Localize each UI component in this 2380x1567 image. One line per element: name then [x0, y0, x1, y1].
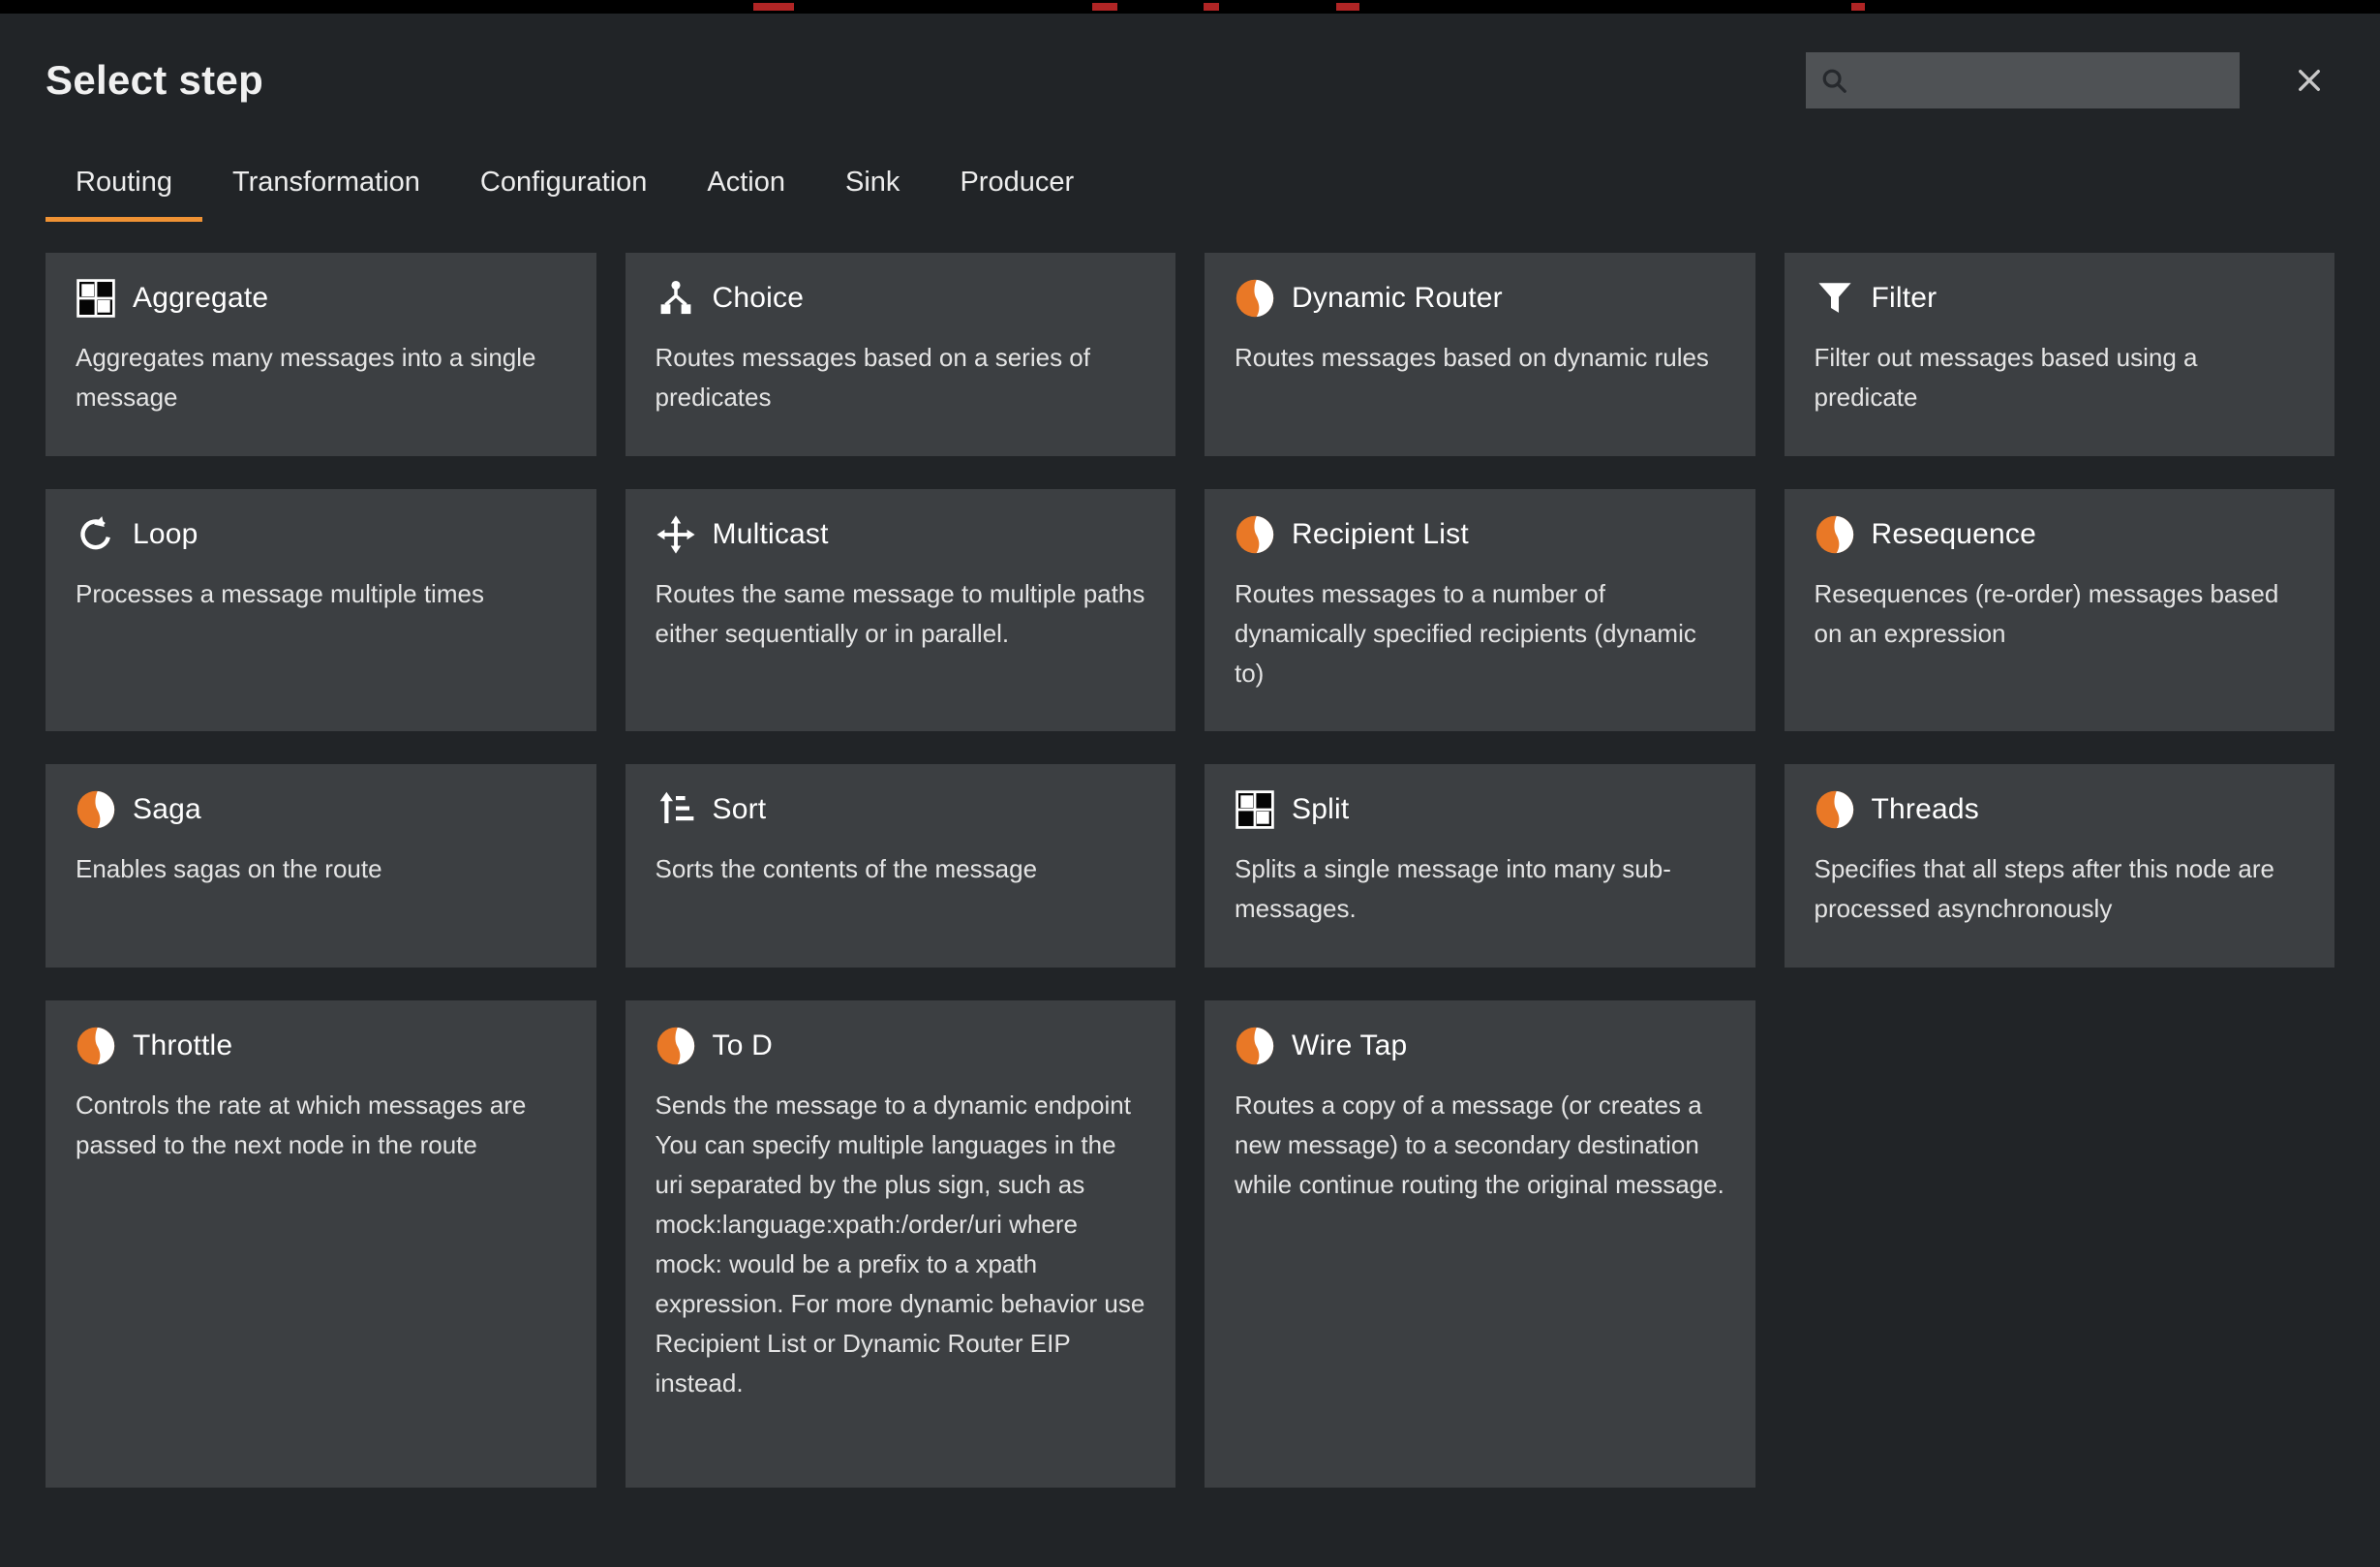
loop-icon — [76, 514, 116, 555]
card-title: Resequence — [1872, 518, 2036, 551]
card-title: Choice — [713, 282, 805, 315]
card-header: Throttle — [76, 1026, 566, 1066]
tab-sink[interactable]: Sink — [815, 151, 930, 222]
card-title: Throttle — [133, 1029, 232, 1062]
search-box[interactable] — [1806, 52, 2240, 108]
card-wire-tap[interactable]: Wire Tap Routes a copy of a message (or c… — [1205, 1000, 1755, 1488]
card-header: Saga — [76, 789, 566, 830]
camel-icon — [76, 789, 116, 830]
card-title: Aggregate — [133, 282, 268, 315]
search-input[interactable] — [1858, 65, 2226, 97]
tab-routing[interactable]: Routing — [46, 151, 202, 222]
tabs: RoutingTransformationConfigurationAction… — [46, 151, 2334, 222]
card-title: Loop — [133, 518, 198, 551]
card-description: Filter out messages based using a predic… — [1815, 338, 2305, 417]
modal-header: Select step — [46, 52, 2334, 108]
card-title: Multicast — [713, 518, 829, 551]
tab-transformation[interactable]: Transformation — [202, 151, 450, 222]
card-recipient-list[interactable]: Recipient List Routes messages to a numbe… — [1205, 489, 1755, 731]
card-description: Routes the same message to multiple path… — [656, 574, 1146, 654]
card-description: Enables sagas on the route — [76, 849, 566, 889]
card-description: Routes a copy of a message (or creates a… — [1235, 1086, 1725, 1205]
filter-icon — [1815, 278, 1855, 319]
card-split[interactable]: Split Splits a single message into many s… — [1205, 764, 1755, 968]
card-title: To D — [713, 1029, 774, 1062]
close-icon — [2296, 67, 2323, 94]
card-sort[interactable]: Sort Sorts the contents of the message — [626, 764, 1176, 968]
card-threads[interactable]: Threads Specifies that all steps after th… — [1785, 764, 2335, 968]
card-resequence[interactable]: Resequence Resequences (re-order) message… — [1785, 489, 2335, 731]
card-description: Routes messages based on a series of pre… — [656, 338, 1146, 417]
top-strip-mark — [1851, 3, 1865, 11]
card-header: Dynamic Router — [1235, 278, 1725, 319]
card-header: Sort — [656, 789, 1146, 830]
card-description: Aggregates many messages into a single m… — [76, 338, 566, 417]
card-description: Routes messages to a number of dynamical… — [1235, 574, 1725, 693]
card-description: Controls the rate at which messages are … — [76, 1086, 566, 1165]
card-title: Dynamic Router — [1292, 282, 1503, 315]
sort-icon — [656, 789, 696, 830]
card-header: Filter — [1815, 278, 2305, 319]
tab-producer[interactable]: Producer — [930, 151, 1104, 222]
camel-icon — [1235, 514, 1275, 555]
card-header: Threads — [1815, 789, 2305, 830]
card-title: Threads — [1872, 793, 1979, 826]
card-loop[interactable]: Loop Processes a message multiple times — [46, 489, 596, 731]
card-description: Routes messages based on dynamic rules — [1235, 338, 1725, 378]
camel-icon — [1235, 278, 1275, 319]
browser-top-strip — [0, 0, 2380, 14]
card-header: Choice — [656, 278, 1146, 319]
choice-icon — [656, 278, 696, 319]
card-title: Filter — [1872, 282, 1938, 315]
card-title: Sort — [713, 793, 767, 826]
close-button[interactable] — [2284, 55, 2334, 106]
card-header: To D — [656, 1026, 1146, 1066]
camel-icon — [656, 1026, 696, 1066]
select-step-modal: Select step RoutingTransformationConfigu… — [0, 52, 2380, 1488]
camel-icon — [1815, 514, 1855, 555]
card-title: Saga — [133, 793, 201, 826]
top-strip-mark — [1092, 3, 1117, 11]
top-strip-mark — [1336, 3, 1359, 11]
card-header: Resequence — [1815, 514, 2305, 555]
card-title: Recipient List — [1292, 518, 1469, 551]
card-to-d[interactable]: To D Sends the message to a dynamic endpo… — [626, 1000, 1176, 1488]
card-title: Split — [1292, 793, 1349, 826]
split-icon — [1235, 789, 1275, 830]
card-description: Sends the message to a dynamic endpoint … — [656, 1086, 1146, 1403]
top-strip-mark — [1204, 3, 1219, 11]
card-saga[interactable]: Saga Enables sagas on the route — [46, 764, 596, 968]
card-header: Split — [1235, 789, 1725, 830]
card-description: Resequences (re-order) messages based on… — [1815, 574, 2305, 654]
card-description: Sorts the contents of the message — [656, 849, 1146, 889]
tab-configuration[interactable]: Configuration — [450, 151, 678, 222]
card-filter[interactable]: Filter Filter out messages based using a … — [1785, 253, 2335, 456]
card-header: Wire Tap — [1235, 1026, 1725, 1066]
card-header: Multicast — [656, 514, 1146, 555]
camel-icon — [76, 1026, 116, 1066]
search-icon — [1819, 66, 1848, 95]
card-aggregate[interactable]: Aggregate Aggregates many messages into a… — [46, 253, 596, 456]
card-header: Loop — [76, 514, 566, 555]
modal-title: Select step — [46, 57, 263, 104]
camel-icon — [1235, 1026, 1275, 1066]
card-grid: Aggregate Aggregates many messages into a… — [46, 253, 2334, 1488]
card-description: Specifies that all steps after this node… — [1815, 849, 2305, 929]
card-choice[interactable]: Choice Routes messages based on a series … — [626, 253, 1176, 456]
card-description: Splits a single message into many sub-me… — [1235, 849, 1725, 929]
aggregate-icon — [76, 278, 116, 319]
card-multicast[interactable]: Multicast Routes the same message to mult… — [626, 489, 1176, 731]
card-title: Wire Tap — [1292, 1029, 1407, 1062]
tab-action[interactable]: Action — [677, 151, 815, 222]
multicast-icon — [656, 514, 696, 555]
card-description: Processes a message multiple times — [76, 574, 566, 614]
card-header: Recipient List — [1235, 514, 1725, 555]
card-dynamic-router[interactable]: Dynamic Router Routes messages based on d… — [1205, 253, 1755, 456]
camel-icon — [1815, 789, 1855, 830]
top-strip-mark — [753, 3, 794, 11]
card-throttle[interactable]: Throttle Controls the rate at which messa… — [46, 1000, 596, 1488]
card-header: Aggregate — [76, 278, 566, 319]
